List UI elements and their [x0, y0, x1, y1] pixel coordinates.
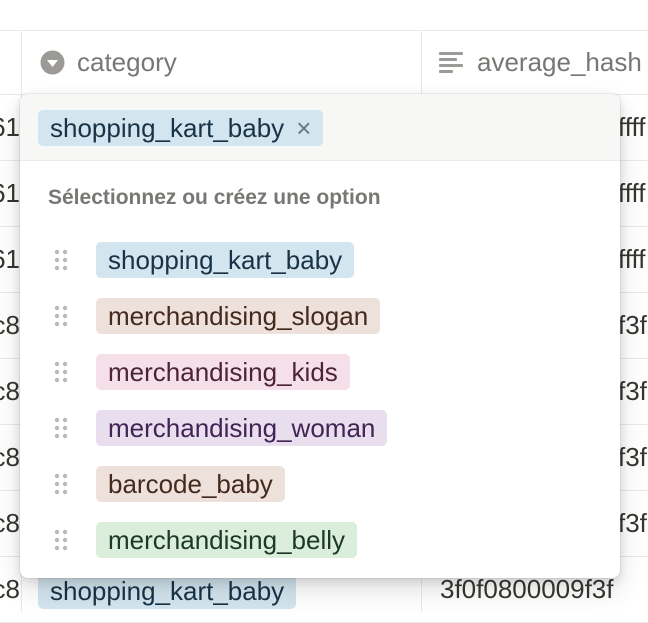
- hash-cell[interactable]: ffff: [618, 161, 646, 226]
- hash-cell[interactable]: f3f: [618, 359, 647, 424]
- row-id-cell: 61: [0, 244, 20, 274]
- option-item[interactable]: merchandising_belly: [20, 512, 620, 568]
- drag-handle-icon[interactable]: [53, 528, 69, 552]
- select-property-icon: [40, 50, 65, 74]
- column-header-category[interactable]: category: [40, 30, 177, 94]
- drag-handle-icon[interactable]: [53, 304, 69, 328]
- option-item[interactable]: shopping_kart_baby: [20, 232, 620, 288]
- option-item[interactable]: barcode_baby: [20, 456, 620, 512]
- row-id-cell: c8: [0, 508, 20, 538]
- table-header-row: category average_hash: [0, 30, 648, 95]
- remove-tag-icon[interactable]: ×: [296, 113, 311, 144]
- drag-handle-icon[interactable]: [53, 360, 69, 384]
- selected-values-area[interactable]: shopping_kart_baby ×: [20, 94, 620, 161]
- option-tag[interactable]: merchandising_woman: [96, 410, 388, 446]
- column-header-average-hash[interactable]: average_hash: [439, 30, 642, 94]
- option-tag[interactable]: merchandising_slogan: [96, 298, 381, 334]
- category-select-dropdown: shopping_kart_baby × Sélectionnez ou cré…: [20, 94, 620, 578]
- option-tag[interactable]: merchandising_belly: [96, 522, 358, 558]
- table-top-strip: [0, 0, 648, 31]
- row-id-cell: c8: [0, 442, 20, 472]
- hash-cell[interactable]: f3f: [618, 425, 647, 490]
- hash-cell[interactable]: ffff: [618, 227, 646, 292]
- option-tag[interactable]: merchandising_kids: [96, 354, 350, 390]
- option-item[interactable]: merchandising_slogan: [20, 288, 620, 344]
- drag-handle-icon[interactable]: [53, 248, 69, 272]
- selected-tag-label: shopping_kart_baby: [50, 112, 285, 143]
- dropdown-hint: Sélectionnez ou créez une option: [48, 186, 381, 209]
- drag-handle-icon[interactable]: [53, 472, 69, 496]
- option-tag[interactable]: shopping_kart_baby: [96, 242, 355, 278]
- row-id-cell: c8: [0, 376, 20, 406]
- text-property-icon: [439, 52, 463, 73]
- category-tag[interactable]: shopping_kart_baby: [38, 573, 297, 609]
- hash-cell[interactable]: f3f: [618, 491, 647, 556]
- column-header-label: average_hash: [477, 46, 642, 77]
- option-tag[interactable]: barcode_baby: [96, 466, 285, 502]
- option-item[interactable]: merchandising_kids: [20, 344, 620, 400]
- column-header-label: category: [77, 46, 177, 77]
- selected-tag[interactable]: shopping_kart_baby ×: [38, 110, 324, 146]
- row-id-cell: c8: [0, 574, 20, 604]
- row-id-cell: 61: [0, 178, 20, 208]
- drag-handle-icon[interactable]: [53, 416, 69, 440]
- hash-cell[interactable]: ffff: [618, 95, 646, 160]
- row-id-cell: c8: [0, 310, 20, 340]
- row-id-cell: 61: [0, 112, 20, 142]
- hash-cell[interactable]: f3f: [618, 293, 647, 358]
- option-item[interactable]: merchandising_woman: [20, 400, 620, 456]
